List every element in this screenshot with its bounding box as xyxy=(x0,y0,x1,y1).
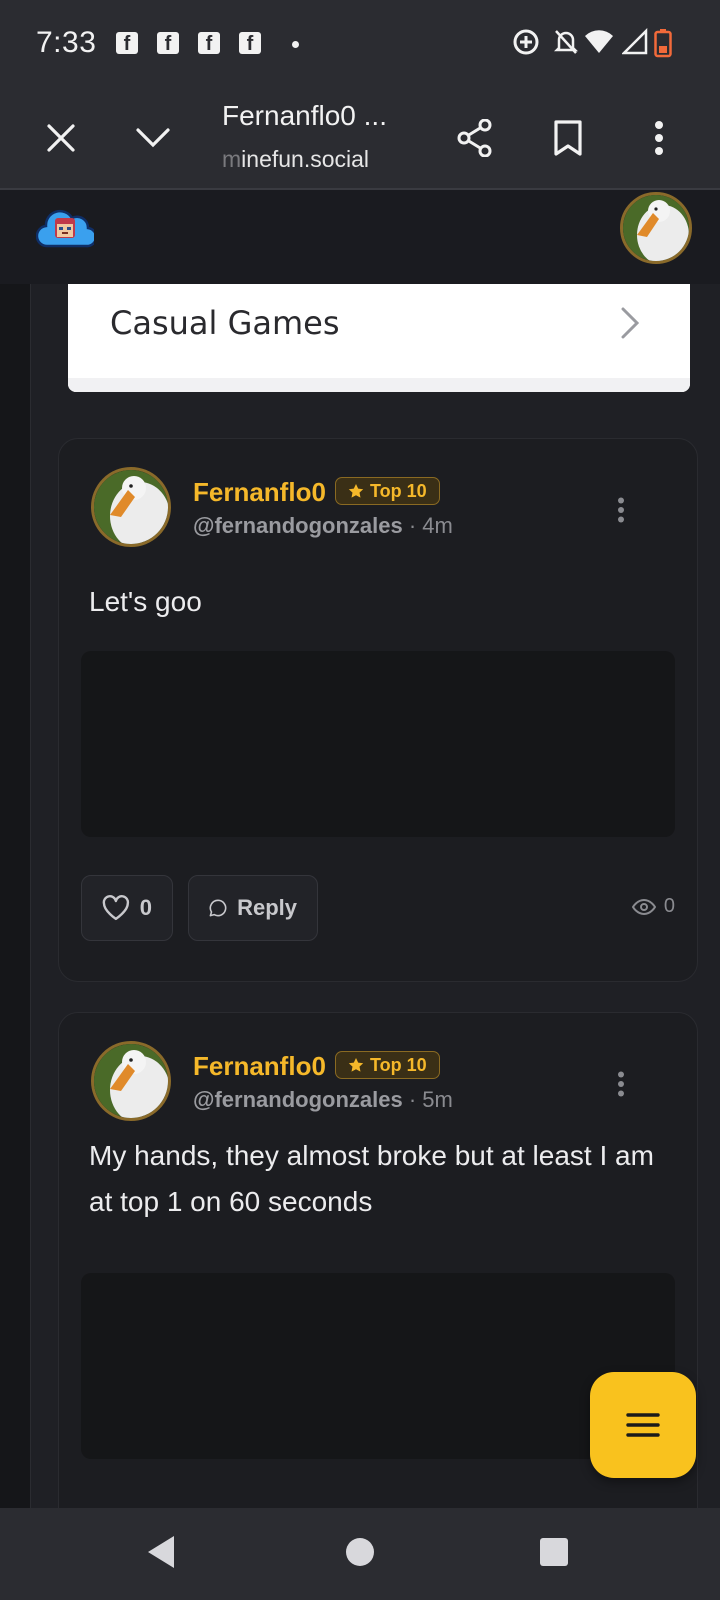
custom-tab-toolbar: Fernanflo0 ... minefun.social xyxy=(0,90,720,190)
minimize-tab-button[interactable] xyxy=(125,110,181,166)
rank-badge-label: Top 10 xyxy=(370,480,427,501)
rank-badge: Top 10 xyxy=(335,477,440,505)
hamburger-menu-icon xyxy=(626,1413,660,1437)
star-icon xyxy=(348,484,364,498)
like-button[interactable]: 0 xyxy=(81,875,173,941)
chevron-down-icon xyxy=(136,128,170,148)
goose-avatar-image xyxy=(94,470,168,544)
meta-separator: · xyxy=(408,513,417,538)
notifications-off-icon xyxy=(553,30,579,54)
comment-icon xyxy=(209,899,227,917)
post-author-handle[interactable]: @fernandogonzales xyxy=(193,513,403,538)
data-saver-icon xyxy=(513,29,539,55)
post-meta: @fernandogonzales · 4m xyxy=(193,513,453,539)
wifi-icon xyxy=(585,30,613,53)
post-more-options-icon[interactable] xyxy=(617,1071,625,1097)
post-more-options-icon[interactable] xyxy=(617,497,625,523)
eye-icon xyxy=(631,898,656,915)
back-icon[interactable] xyxy=(146,1534,178,1570)
home-icon[interactable] xyxy=(344,1534,376,1570)
menu-fab-button[interactable] xyxy=(590,1372,696,1478)
rank-badge: Top 10 xyxy=(335,1051,440,1079)
status-time: 7:33 xyxy=(36,26,97,59)
facebook-icon: f xyxy=(116,32,138,55)
post-author-avatar[interactable] xyxy=(91,467,171,547)
chevron-right-icon xyxy=(621,307,640,339)
view-count: 0 xyxy=(631,895,675,918)
cloud-logo-icon xyxy=(35,209,98,248)
post-media[interactable] xyxy=(81,651,675,837)
post-timestamp: 5m xyxy=(422,1087,453,1112)
post-author-name[interactable]: Fernanflo0 xyxy=(193,477,326,508)
more-notifications-dot-icon xyxy=(292,41,299,48)
bookmark-button[interactable] xyxy=(540,110,596,166)
game-category-label: Casual Games xyxy=(110,304,340,342)
goose-avatar-image xyxy=(623,195,689,261)
recents-icon[interactable] xyxy=(538,1534,570,1570)
post-author-avatar[interactable] xyxy=(91,1041,171,1121)
heart-icon xyxy=(102,895,130,921)
bookmark-icon xyxy=(554,120,582,156)
post-text: Let's goo xyxy=(89,586,202,617)
system-navigation-bar xyxy=(0,1508,720,1600)
post-author-name[interactable]: Fernanflo0 xyxy=(193,1051,326,1082)
site-logo[interactable] xyxy=(35,206,98,255)
game-category-card[interactable]: Casual Games xyxy=(68,284,690,392)
more-vertical-icon xyxy=(655,121,663,155)
view-count-value: 0 xyxy=(663,895,675,917)
more-options-button[interactable] xyxy=(631,110,687,166)
meta-separator: · xyxy=(408,1087,417,1112)
facebook-icon: f xyxy=(198,32,220,55)
close-icon xyxy=(47,124,75,152)
reply-label: Reply xyxy=(237,895,297,920)
page-title: Fernanflo0 ... xyxy=(222,100,387,131)
facebook-icon: f xyxy=(239,32,261,55)
facebook-icon: f xyxy=(157,32,179,55)
page-url: minefun.social xyxy=(222,146,370,172)
post-media[interactable] xyxy=(81,1273,675,1459)
card-bottom-shade xyxy=(68,378,690,392)
user-avatar-button[interactable] xyxy=(620,192,692,264)
goose-avatar-image xyxy=(94,1044,168,1118)
battery-low-icon xyxy=(654,29,672,58)
share-button[interactable] xyxy=(447,110,503,166)
site-header xyxy=(0,190,720,285)
share-icon xyxy=(457,119,492,157)
like-count: 0 xyxy=(139,895,152,920)
post-author-handle[interactable]: @fernandogonzales xyxy=(193,1087,403,1112)
star-icon xyxy=(348,1058,364,1072)
post-card: Fernanflo0 Top 10 @fernandogonzales · 4m… xyxy=(58,438,698,982)
rank-badge-label: Top 10 xyxy=(370,1054,427,1075)
post-meta: @fernandogonzales · 5m xyxy=(193,1087,453,1113)
post-timestamp: 4m xyxy=(422,513,453,538)
status-bar: 7:33 f f f f xyxy=(0,0,720,90)
post-text: My hands, they almost broke but at least… xyxy=(89,1140,654,1217)
reply-button[interactable]: Reply xyxy=(188,875,318,941)
cell-signal-icon xyxy=(622,28,648,55)
left-sidebar-rail xyxy=(0,284,31,1508)
close-tab-button[interactable] xyxy=(33,110,89,166)
